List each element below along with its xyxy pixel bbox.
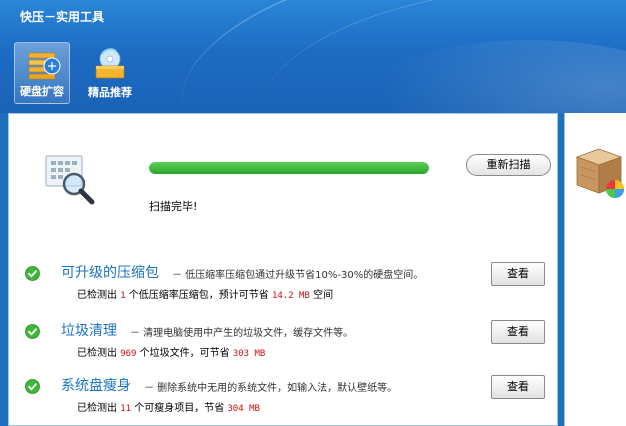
scan-progress-bar <box>149 162 429 174</box>
size-value: 14.2 MB <box>271 291 310 301</box>
size-value: 303 MB <box>232 349 266 359</box>
view-button[interactable]: 查看 <box>491 262 545 286</box>
scan-progress-fill <box>149 162 429 174</box>
view-button[interactable]: 查看 <box>491 320 545 344</box>
check-icon <box>25 266 40 281</box>
package-box-icon[interactable] <box>573 143 625 201</box>
item-description: － 清理电脑使用中产生的垃圾文件，缓存文件等。 <box>130 328 354 339</box>
item-title[interactable]: 垃圾清理 <box>61 320 117 340</box>
item-detail: 已检测出 11 个可瘦身项目，节省 304 MB <box>77 403 260 414</box>
size-value: 304 MB <box>227 404 260 414</box>
item-description: － 删除系统中无用的系统文件，如输入法，默认壁纸等。 <box>144 383 398 394</box>
nav-item-recommend[interactable]: 精品推荐 <box>82 42 138 104</box>
nav-item-disk-expand[interactable]: 硬盘扩容 <box>14 42 70 104</box>
disk-expand-icon <box>28 52 61 80</box>
main-panel: 扫描完毕! 重新扫描 可升级的压缩包 － 低压缩率压缩包通过升级节省10%-30… <box>8 113 558 426</box>
check-icon <box>25 379 40 394</box>
item-detail: 已检测出 1 个低压缩率压缩包，预计可节省 14.2 MB 空间 <box>77 290 334 301</box>
nav-label: 精品推荐 <box>88 86 132 99</box>
view-button[interactable]: 查看 <box>491 375 545 399</box>
app-title: 快压－实用工具 <box>20 10 105 24</box>
title-bar: 快压－实用工具 硬盘扩容 精品推荐 <box>0 0 626 113</box>
item-title[interactable]: 可升级的压缩包 <box>61 262 159 282</box>
item-description: － 低压缩率压缩包通过升级节省10%-30%的硬盘空间。 <box>172 270 424 281</box>
scan-magnifier-icon <box>45 155 95 205</box>
list-item: 系统盘瘦身 － 删除系统中无用的系统文件，如输入法，默认壁纸等。 已检测出 11… <box>9 375 559 423</box>
side-panel <box>564 113 626 426</box>
check-icon <box>25 324 40 339</box>
rescan-button[interactable]: 重新扫描 <box>466 154 551 176</box>
nav-label: 硬盘扩容 <box>20 85 64 98</box>
item-detail: 已检测出 969 个垃圾文件，可节省 303 MB <box>77 348 266 359</box>
count-value: 11 <box>120 404 132 414</box>
disc-recommend-icon <box>95 48 125 79</box>
list-item: 可升级的压缩包 － 低压缩率压缩包通过升级节省10%-30%的硬盘空间。 已检测… <box>9 262 559 310</box>
scan-status: 扫描完毕! <box>149 200 198 213</box>
count-value: 969 <box>120 349 137 359</box>
list-item: 垃圾清理 － 清理电脑使用中产生的垃圾文件，缓存文件等。 已检测出 969 个垃… <box>9 320 559 368</box>
item-title[interactable]: 系统盘瘦身 <box>61 375 131 395</box>
